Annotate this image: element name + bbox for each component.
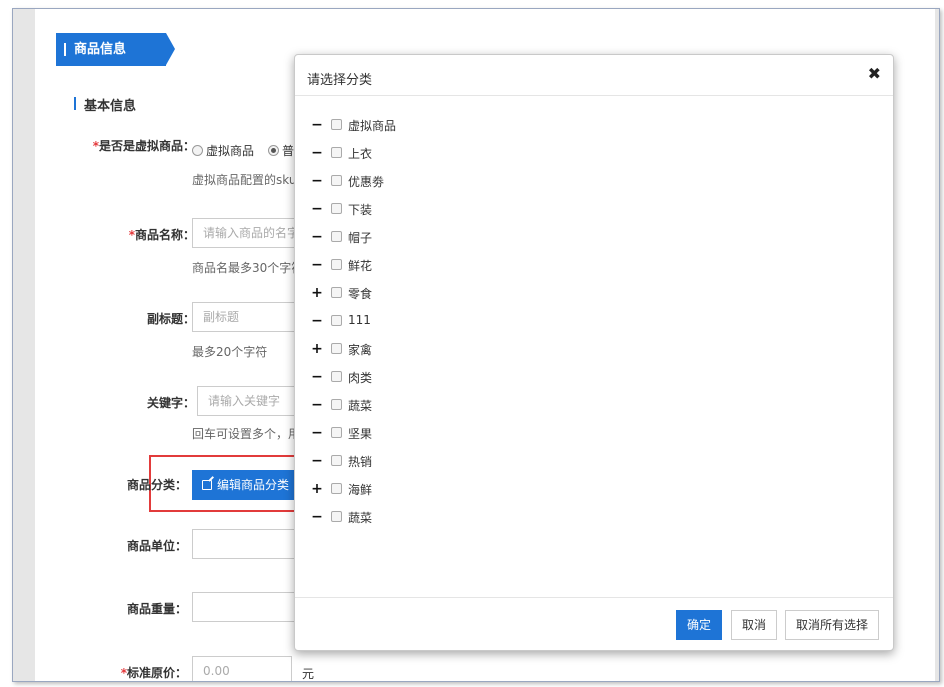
price-input[interactable]: 0.00 xyxy=(192,656,292,681)
tree-node[interactable]: − 鲜花 xyxy=(311,255,511,275)
checkbox[interactable] xyxy=(331,511,342,522)
checkbox[interactable] xyxy=(331,371,342,382)
keywords-hint: 回车可设置多个，用 xyxy=(192,427,301,441)
radio-virtual-goods-label: 虚拟商品 xyxy=(206,144,255,158)
tree-node-label: 海鲜 xyxy=(348,483,373,497)
section-title: 基本信息 xyxy=(74,95,136,114)
dialog-title: 请选择分类 xyxy=(307,73,373,88)
category-label: 商品分类： xyxy=(126,478,187,492)
checkbox[interactable] xyxy=(331,203,342,214)
checkbox[interactable] xyxy=(331,455,342,466)
tree-node[interactable]: − 虚拟商品 xyxy=(311,115,511,135)
tree-node-label: 肉类 xyxy=(348,371,373,385)
checkbox[interactable] xyxy=(331,147,342,158)
product-name-hint: 商品名最多30个字符 xyxy=(192,261,304,275)
tree-toggle-icon[interactable]: − xyxy=(311,423,323,443)
tree-toggle-icon[interactable]: − xyxy=(311,115,323,135)
category-dialog: 请选择分类 ✖ − 虚拟商品 − 上衣 − 优惠劵 − 下装 − 帽子 − 鲜花 + 零食 −… xyxy=(294,54,894,651)
tree-node-label: 热销 xyxy=(348,455,373,469)
tree-toggle-icon[interactable]: − xyxy=(311,255,323,275)
edit-category-button[interactable]: 编辑商品分类 xyxy=(192,470,300,500)
keywords-label: 关键字： xyxy=(146,396,195,410)
checkbox[interactable] xyxy=(331,119,342,130)
tree-toggle-icon[interactable]: + xyxy=(311,479,323,499)
tree-node[interactable]: + 零食 xyxy=(311,283,511,303)
tree-node-label: 家禽 xyxy=(348,343,373,357)
tree-node-label: 虚拟商品 xyxy=(348,119,397,133)
subtitle-hint: 最多20个字符 xyxy=(192,345,268,359)
close-icon[interactable]: ✖ xyxy=(868,64,881,83)
tree-node[interactable]: − 下装 xyxy=(311,199,511,219)
tree-toggle-icon[interactable]: − xyxy=(311,199,323,219)
tree-node-label: 111 xyxy=(348,313,371,327)
tree-toggle-icon[interactable]: + xyxy=(311,283,323,303)
clear-all-selection-button[interactable]: 取消所有选择 xyxy=(785,610,880,640)
radio-checked-icon xyxy=(268,145,279,156)
product-name-label-text: 商品名称： xyxy=(134,228,195,242)
tree-node[interactable]: − 111 xyxy=(311,311,511,331)
price-unit: 元 xyxy=(302,667,315,681)
confirm-button[interactable]: 确定 xyxy=(676,610,723,640)
tree-toggle-icon[interactable]: − xyxy=(311,507,323,527)
tree-node[interactable]: + 家禽 xyxy=(311,339,511,359)
product-name-label: *商品名称： xyxy=(35,226,195,243)
radio-normal-goods[interactable]: 普 xyxy=(268,142,294,159)
checkbox[interactable] xyxy=(331,343,342,354)
price-label-text: 标准原价： xyxy=(126,666,187,680)
checkbox[interactable] xyxy=(331,287,342,298)
radio-normal-goods-label: 普 xyxy=(282,144,295,158)
tree-toggle-icon[interactable]: − xyxy=(311,367,323,387)
cancel-button[interactable]: 取消 xyxy=(731,610,778,640)
tree-node[interactable]: − 优惠劵 xyxy=(311,171,511,191)
page-ribbon-title: 商品信息 xyxy=(56,33,175,66)
tree-toggle-icon[interactable]: − xyxy=(311,451,323,471)
tree-toggle-icon[interactable]: − xyxy=(311,395,323,415)
tree-node[interactable]: − 坚果 xyxy=(311,423,511,443)
checkbox[interactable] xyxy=(331,175,342,186)
tree-node-label: 鲜花 xyxy=(348,259,373,273)
checkbox[interactable] xyxy=(331,399,342,410)
tree-toggle-icon[interactable]: − xyxy=(311,143,323,163)
checkbox[interactable] xyxy=(331,427,342,438)
dialog-footer-divider xyxy=(295,597,893,598)
checkbox[interactable] xyxy=(331,231,342,242)
tree-node-label: 优惠劵 xyxy=(348,175,385,189)
tree-node-label: 帽子 xyxy=(348,231,373,245)
subtitle-label: 副标题： xyxy=(146,312,195,326)
tree-node[interactable]: + 海鲜 xyxy=(311,479,511,499)
weight-label: 商品重量： xyxy=(126,602,187,616)
radio-icon xyxy=(192,145,203,156)
tree-node[interactable]: − 上衣 xyxy=(311,143,511,163)
checkbox[interactable] xyxy=(331,483,342,494)
price-label: *标准原价： xyxy=(27,664,187,681)
checkbox[interactable] xyxy=(331,315,342,326)
tree-node[interactable]: − 蔬菜 xyxy=(311,507,511,527)
tree-toggle-icon[interactable]: − xyxy=(311,171,323,191)
edit-category-button-label: 编辑商品分类 xyxy=(217,478,290,492)
tree-toggle-icon[interactable]: − xyxy=(311,311,323,331)
tree-node-label: 蔬菜 xyxy=(348,399,373,413)
radio-virtual-goods[interactable]: 虚拟商品 xyxy=(192,142,254,159)
tree-node-label: 零食 xyxy=(348,287,373,301)
checkbox[interactable] xyxy=(331,259,342,270)
tree-node-label: 下装 xyxy=(348,203,373,217)
tree-node[interactable]: − 肉类 xyxy=(311,367,511,387)
dialog-header-divider xyxy=(295,95,893,96)
tree-node-label: 坚果 xyxy=(348,427,373,441)
unit-label: 商品单位： xyxy=(126,539,187,553)
virtual-goods-label-text: 是否是虚拟商品： xyxy=(98,139,195,153)
tree-node[interactable]: − 热销 xyxy=(311,451,511,471)
tree-toggle-icon[interactable]: − xyxy=(311,227,323,247)
virtual-goods-label: *是否是虚拟商品： xyxy=(35,137,195,154)
tree-node[interactable]: − 帽子 xyxy=(311,227,511,247)
tree-node[interactable]: − 蔬菜 xyxy=(311,395,511,415)
tree-node-label: 上衣 xyxy=(348,147,373,161)
virtual-goods-hint: 虚拟商品配置的sku xyxy=(192,173,297,187)
tree-toggle-icon[interactable]: + xyxy=(311,339,323,359)
tree-node-label: 蔬菜 xyxy=(348,511,373,525)
app-frame: 商品信息 基本信息 *是否是虚拟商品： 虚拟商品 普 虚拟商品配置的sku *商… xyxy=(12,8,940,682)
edit-icon xyxy=(202,480,212,490)
